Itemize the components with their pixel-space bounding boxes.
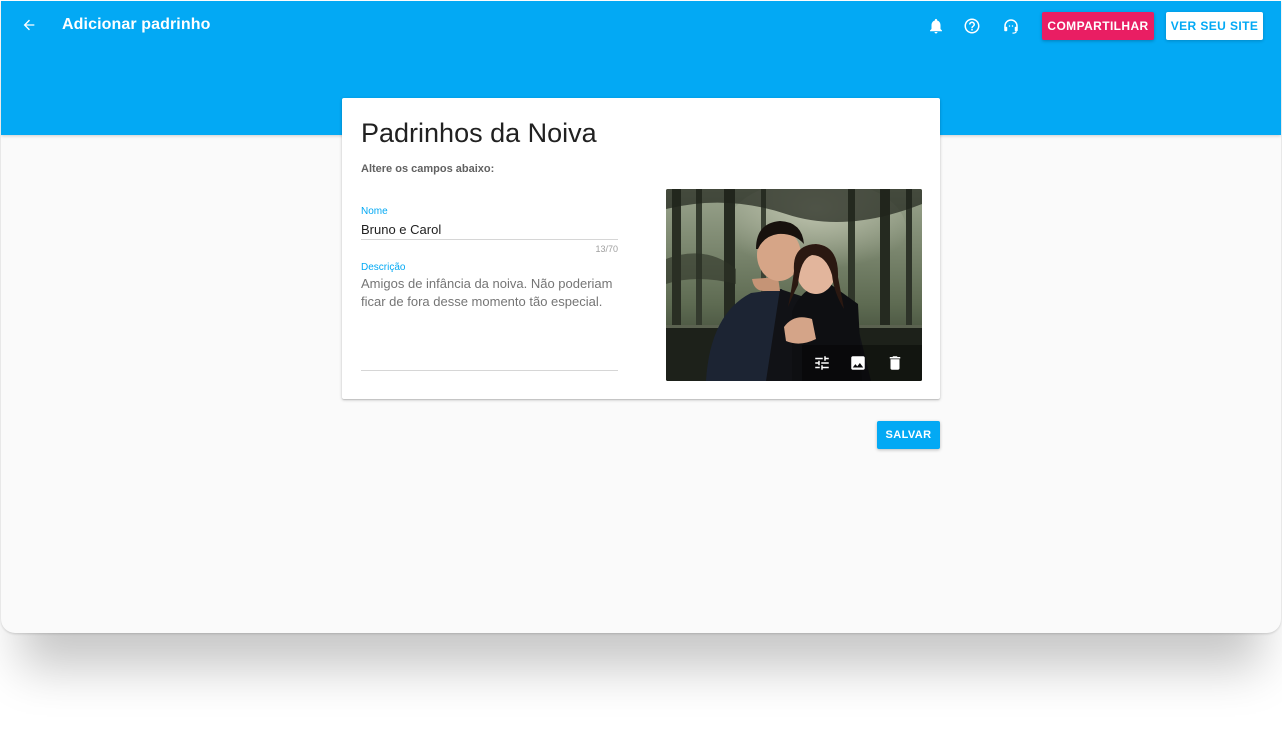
view-site-button[interactable]: VER SEU SITE xyxy=(1166,12,1263,40)
description-input[interactable] xyxy=(361,275,618,371)
help-button[interactable] xyxy=(960,14,984,38)
name-input[interactable] xyxy=(361,220,618,240)
name-char-counter: 13/70 xyxy=(595,244,618,254)
delete-photo-button[interactable] xyxy=(885,353,905,373)
godparent-card: Padrinhos da Noiva Altere os campos abai… xyxy=(342,98,940,399)
save-button[interactable]: SALVAR xyxy=(877,421,940,449)
godparent-photo xyxy=(666,189,922,381)
description-field-label: Descrição xyxy=(361,262,406,273)
card-title: Padrinhos da Noiva xyxy=(361,118,597,148)
change-photo-button[interactable] xyxy=(848,353,868,373)
bell-icon xyxy=(930,18,942,34)
image-icon xyxy=(851,356,865,370)
card-subtitle: Altere os campos abaixo: xyxy=(361,163,495,175)
share-button[interactable]: COMPARTILHAR xyxy=(1042,12,1154,40)
back-button[interactable] xyxy=(15,13,43,37)
tune-icon xyxy=(815,356,829,370)
support-button[interactable] xyxy=(999,14,1023,38)
name-field-label: Nome xyxy=(361,206,388,217)
arrow-back-icon xyxy=(23,19,35,31)
notifications-button[interactable] xyxy=(924,14,948,38)
support-headset-icon xyxy=(1004,19,1018,34)
app-window: Adicionar padrinho COMPARTILHAR VER SEU … xyxy=(1,1,1281,633)
page-title: Adicionar padrinho xyxy=(62,16,211,33)
help-icon xyxy=(964,18,980,34)
adjust-photo-button[interactable] xyxy=(812,353,832,373)
photo-toolbar xyxy=(802,345,922,381)
delete-icon xyxy=(889,356,901,370)
